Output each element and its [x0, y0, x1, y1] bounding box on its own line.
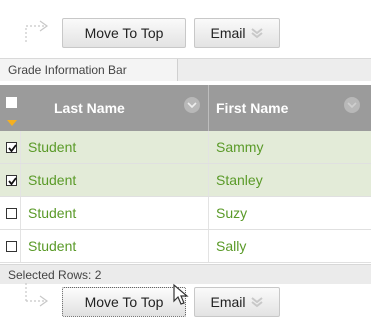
cell-divider	[20, 131, 21, 164]
column-header-last-name[interactable]: Last Name	[54, 85, 125, 131]
email-dropdown-button[interactable]: Email	[194, 18, 280, 48]
email-label: Email	[210, 294, 246, 310]
row-divider	[0, 262, 371, 263]
cell-divider	[208, 230, 209, 263]
chevron-down-icon	[250, 20, 264, 48]
arrow-down-right-icon	[20, 16, 52, 48]
cell-first-name[interactable]: Sally	[216, 230, 246, 263]
row-checkbox[interactable]	[6, 241, 17, 252]
column-header-first-name[interactable]: First Name	[216, 85, 288, 131]
table-row[interactable]: Student Sammy	[0, 131, 371, 164]
table-row[interactable]: Student Stanley	[0, 164, 371, 197]
cell-divider	[208, 164, 209, 197]
column-divider	[208, 85, 209, 131]
chevron-down-icon	[250, 289, 264, 317]
cell-divider	[20, 230, 21, 263]
select-all-checkbox[interactable]	[6, 97, 17, 108]
move-to-top-label: Move To Top	[84, 294, 164, 310]
caret-down-icon[interactable]	[7, 113, 17, 129]
cell-divider	[208, 197, 209, 230]
grade-center-grid: Move To Top Email Grade Information Bar …	[0, 0, 371, 329]
cell-last-name[interactable]: Student	[28, 131, 76, 164]
cell-first-name[interactable]: Suzy	[216, 197, 247, 230]
arrow-up-right-icon	[20, 281, 52, 313]
cell-divider	[208, 131, 209, 164]
row-checkbox[interactable]	[6, 208, 17, 219]
cell-last-name[interactable]: Student	[28, 197, 76, 230]
row-checkbox[interactable]	[6, 175, 17, 186]
cell-divider	[20, 164, 21, 197]
first-name-menu-icon[interactable]	[344, 97, 360, 113]
email-label: Email	[210, 25, 246, 41]
grade-information-label: Grade Information Bar	[0, 59, 178, 81]
table-row[interactable]: Student Sally	[0, 230, 371, 263]
move-to-top-label: Move To Top	[84, 25, 164, 41]
row-checkbox[interactable]	[6, 142, 17, 153]
action-bar-top: Move To Top Email	[0, 0, 371, 50]
move-to-top-button-bottom[interactable]: Move To Top	[62, 287, 186, 317]
mouse-pointer-icon	[172, 283, 190, 310]
cell-first-name[interactable]: Sammy	[216, 131, 263, 164]
move-to-top-button[interactable]: Move To Top	[62, 18, 186, 48]
cell-divider	[20, 197, 21, 230]
cell-last-name[interactable]: Student	[28, 164, 76, 197]
cell-last-name[interactable]: Student	[28, 230, 76, 263]
cell-first-name[interactable]: Stanley	[216, 164, 263, 197]
action-bar-bottom: Move To Top Email	[0, 281, 371, 329]
last-name-menu-icon[interactable]	[184, 97, 200, 113]
table-header: Last Name First Name	[0, 85, 371, 131]
grade-information-bar: Grade Information Bar	[0, 58, 371, 81]
email-dropdown-button-bottom[interactable]: Email	[194, 287, 280, 317]
table-row[interactable]: Student Suzy	[0, 197, 371, 230]
